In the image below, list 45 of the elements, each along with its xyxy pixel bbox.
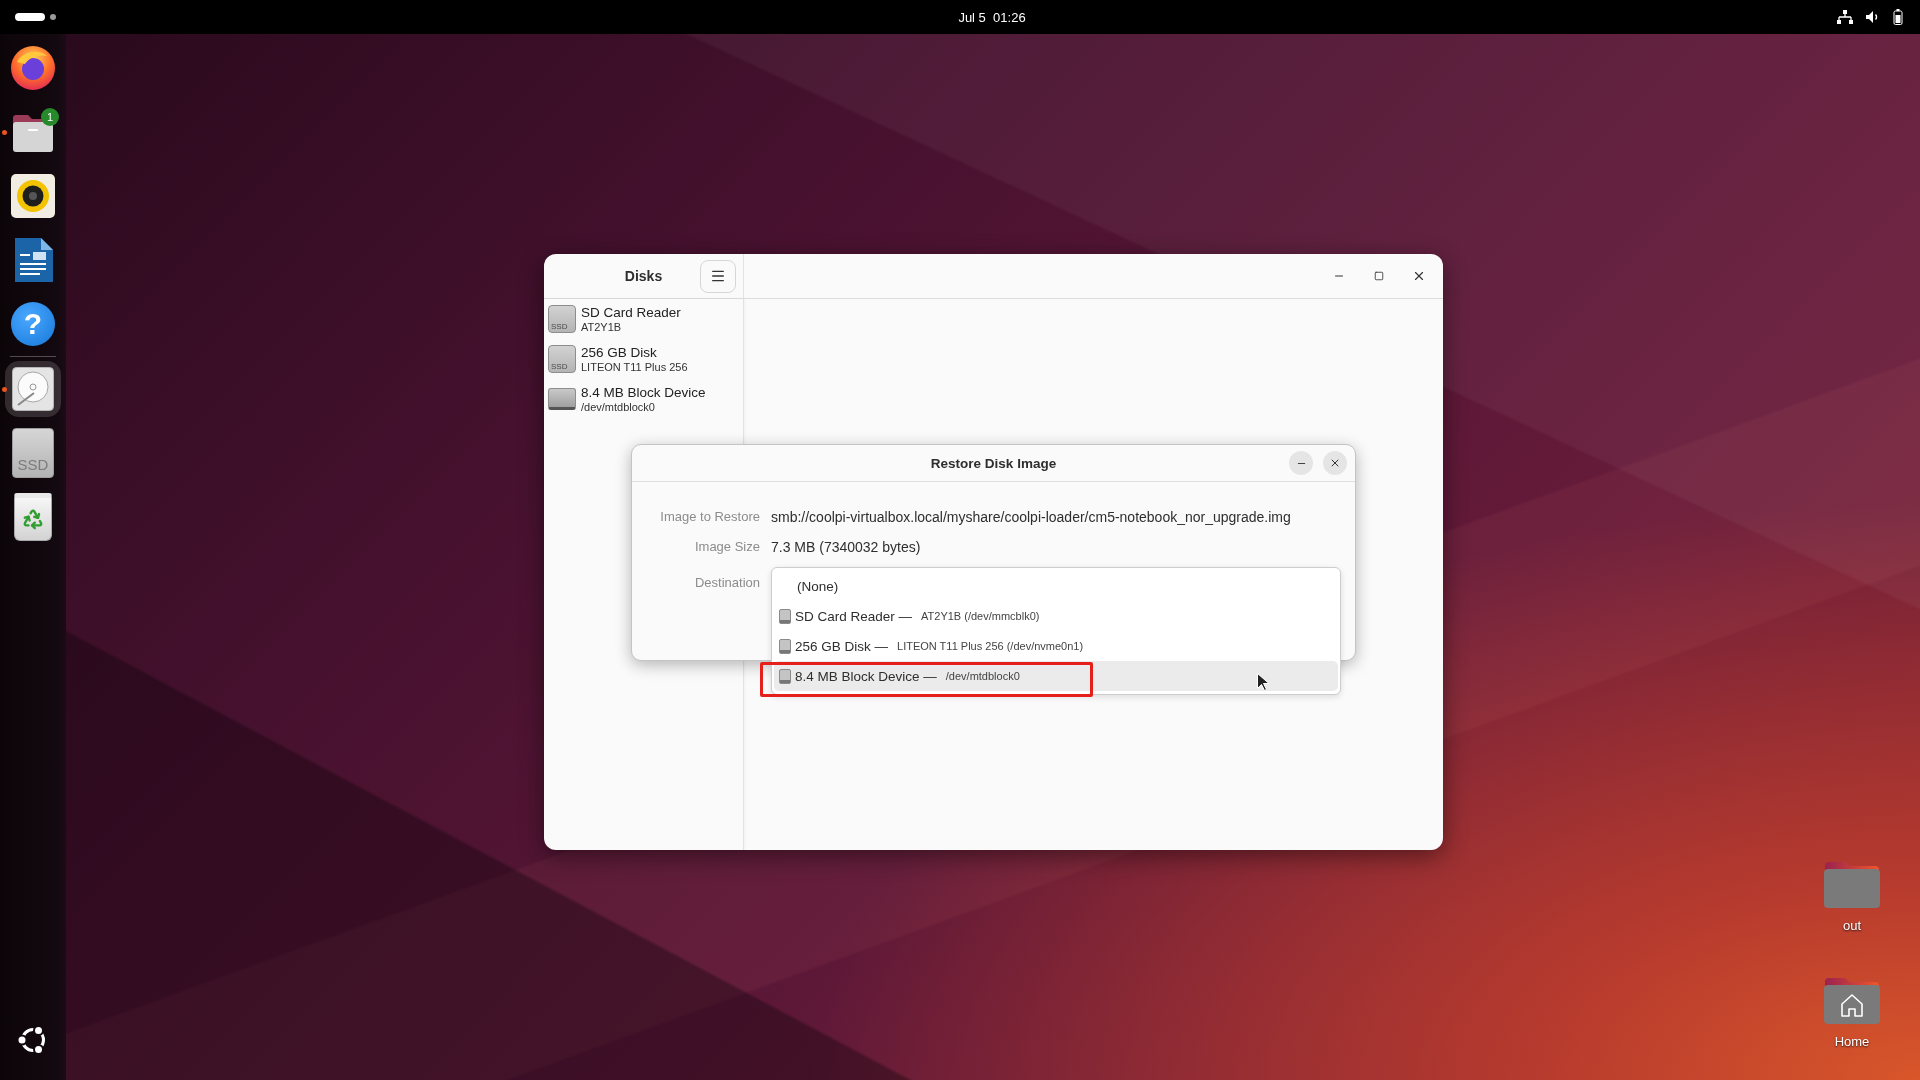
help-icon: ? [11,302,55,346]
network-icon[interactable] [1837,10,1853,24]
field-label: Image Size [693,538,760,556]
drive-icon [779,668,791,684]
document-icon [13,238,53,282]
close-icon [1329,457,1341,469]
dock-item[interactable]: 1 [5,104,61,160]
drive-list-item[interactable]: SSD 256 GB Disk LITEON T11 Plus 256 [544,339,743,379]
mouse-pointer-icon [1257,673,1269,691]
drive-list-item[interactable]: 8.4 MB Block Device /dev/mtdblock0 [544,379,743,419]
drive-icon [779,638,791,654]
maximize-icon [1374,271,1384,281]
clock[interactable]: Jul 5 01:26 [958,9,1026,25]
volume-icon[interactable] [1866,10,1880,24]
ssd-drive-icon: SSD [548,305,576,333]
workspaces-icon[interactable] [15,13,57,21]
menu-icon [710,268,726,284]
field-label: Destination [693,575,760,591]
window-title: Disks [624,268,663,284]
folder-icon [1823,860,1881,908]
field-value: 7.3 MB (7340032 bytes) [771,538,922,557]
drive-icon [779,608,791,624]
destination-option[interactable]: SD Card Reader — AT2Y1B (/dev/mmcblk0) [774,601,1338,631]
home-folder-icon [1823,976,1881,1024]
menu-button[interactable] [700,259,736,293]
ssd-drive-icon: SSD [548,345,576,373]
destination-option[interactable]: (None) [774,571,1338,601]
dialog-title: Restore Disk Image [930,455,1057,471]
field-label: Image to Restore [659,508,760,526]
folder-icon [11,112,55,152]
close-icon [1412,269,1426,283]
destination-option[interactable]: 8.4 MB Block Device — /dev/mtdblock0 [774,661,1338,691]
speaker-icon [11,174,55,218]
notification-badge: 1 [41,108,59,126]
desktop-shortcut[interactable]: out [1812,860,1892,933]
drive-icon [548,388,576,410]
dock-item[interactable] [5,361,61,417]
ssd-drive-icon: SSD [12,428,54,478]
globe-icon [11,46,55,90]
field-value: smb://coolpi-virtualbox.local/myshare/coolpi-loader/cm5-notebook_nor_upgrade.img [771,508,1292,527]
destination-option[interactable]: 256 GB Disk — LITEON T11 Plus 256 (/dev/nvme0n1) [774,631,1338,661]
battery-icon[interactable] [1893,9,1903,25]
recycle-bin-icon [14,493,52,541]
desktop-shortcut[interactable]: Home [1812,976,1892,1049]
drive-list-item[interactable]: SSD SD Card Reader AT2Y1B [544,299,743,339]
